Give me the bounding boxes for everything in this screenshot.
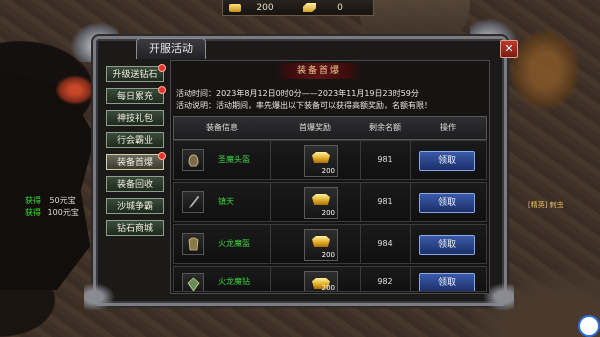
- item-name: 火龙魔钻: [218, 277, 250, 286]
- resource-bar: 200 0: [222, 0, 374, 16]
- reward-quantity: 200: [321, 167, 335, 175]
- sidebar-item-label: 装备首爆: [116, 158, 153, 168]
- reward-quantity: 200: [321, 284, 335, 292]
- gain-message: 获得 100元宝: [25, 207, 79, 218]
- gold-ingot-icon: [312, 152, 330, 163]
- creature-sprite: [55, 75, 95, 105]
- sidebar-item-skill-pack[interactable]: 神技礼包: [106, 110, 164, 126]
- gold-coin-value: 200: [256, 2, 274, 13]
- item-slot[interactable]: [182, 273, 204, 291]
- gold-coin-icon: [229, 3, 241, 12]
- sidebar-item-label: 装备回收: [116, 180, 153, 190]
- gold-ingot-icon: [303, 3, 316, 12]
- sidebar-item-diamond-shop[interactable]: 钻石商城: [106, 220, 164, 236]
- claim-button[interactable]: 领取: [419, 151, 475, 171]
- table-row: 圣魔头盔 200 981 领取: [173, 140, 487, 180]
- gem-icon: [187, 277, 200, 291]
- panel-title: 开服活动: [136, 38, 206, 59]
- activity-description: 活动说明：活动期间，率先爆出以下装备可以获得高额奖励，名额有限！: [176, 101, 432, 110]
- sidebar-item-label: 沙城争霸: [116, 202, 153, 212]
- remaining-slots: 981: [377, 197, 393, 206]
- table-row: 火龙魔盔 200 984 领取: [173, 224, 487, 264]
- item-slot[interactable]: [182, 233, 204, 255]
- remaining-slots: 981: [377, 155, 393, 164]
- gain-label: 获得: [25, 196, 41, 205]
- claim-button[interactable]: 领取: [419, 193, 475, 213]
- assistant-bubble-icon[interactable]: [578, 315, 600, 337]
- reward-slot[interactable]: 200: [304, 187, 338, 219]
- sidebar-item-label: 钻石商城: [116, 224, 153, 234]
- notification-dot: [158, 64, 166, 72]
- sidebar-item-guild[interactable]: 行会霸业: [106, 132, 164, 148]
- section-banner: 装备首爆: [276, 63, 362, 79]
- table-row: 镇天 200 981 领取: [173, 182, 487, 222]
- activity-time: 活动时间：2023年8月12日0时0分——2023年11月19日23时59分: [176, 89, 419, 98]
- gain-amount: 100元宝: [47, 208, 79, 217]
- item-slot[interactable]: [182, 191, 204, 213]
- close-button[interactable]: ✕: [500, 40, 518, 58]
- sidebar-item-level-diamond[interactable]: 升级送钻石: [106, 64, 166, 82]
- remaining-slots: 984: [377, 239, 393, 248]
- item-name: 火龙魔盔: [218, 239, 250, 248]
- column-header: 装备信息: [206, 123, 238, 132]
- reward-slot[interactable]: 200: [304, 229, 338, 261]
- column-header: 操作: [440, 123, 456, 132]
- notification-dot: [158, 152, 166, 160]
- armor-icon: [188, 237, 199, 251]
- scorpion-monster-sprite[interactable]: [510, 30, 580, 110]
- table-row: 火龙魔钻 200 982 领取: [173, 266, 487, 292]
- gain-label: 获得: [25, 208, 41, 217]
- monster-name-tag: [精英] 刺虫: [528, 201, 564, 209]
- gold-coin-resource: 200: [229, 1, 285, 14]
- reward-quantity: 200: [321, 209, 335, 217]
- sidebar-item-daily-recharge[interactable]: 每日累充: [106, 86, 166, 104]
- reward-quantity: 200: [321, 251, 335, 259]
- item-name: 圣魔头盔: [218, 155, 250, 164]
- sidebar-item-siege[interactable]: 沙城争霸: [106, 198, 164, 214]
- gain-message: 获得 50元宝: [25, 195, 76, 206]
- item-name: 镇天: [218, 197, 234, 206]
- remaining-slots: 982: [377, 277, 393, 286]
- claim-button[interactable]: 领取: [419, 273, 475, 291]
- sidebar-item-first-drop[interactable]: 装备首爆: [106, 152, 166, 170]
- sidebar-item-recycle[interactable]: 装备回收: [106, 176, 164, 192]
- sidebar-item-label: 每日累充: [116, 92, 153, 102]
- gold-ingot-resource: 0: [303, 1, 360, 14]
- table-header: 装备信息 首爆奖励 剩余名额 操作: [173, 116, 487, 140]
- sword-icon: [188, 195, 200, 209]
- gold-ingot-icon: [312, 194, 330, 205]
- column-header: 剩余名额: [369, 123, 401, 132]
- reward-slot[interactable]: 200: [304, 145, 338, 177]
- reward-slot[interactable]: 200: [304, 271, 338, 292]
- sidebar-item-label: 升级送钻石: [112, 70, 158, 80]
- notification-dot: [158, 86, 166, 94]
- gold-ingot-value: 0: [337, 2, 343, 13]
- sidebar-item-label: 神技礼包: [116, 114, 153, 124]
- column-header: 首爆奖励: [299, 123, 331, 132]
- gain-amount: 50元宝: [49, 196, 76, 205]
- gold-ingot-icon: [312, 236, 330, 247]
- claim-button[interactable]: 领取: [419, 235, 475, 255]
- helmet-icon: [188, 154, 199, 167]
- sidebar-item-label: 行会霸业: [116, 136, 153, 146]
- item-slot[interactable]: [182, 149, 204, 171]
